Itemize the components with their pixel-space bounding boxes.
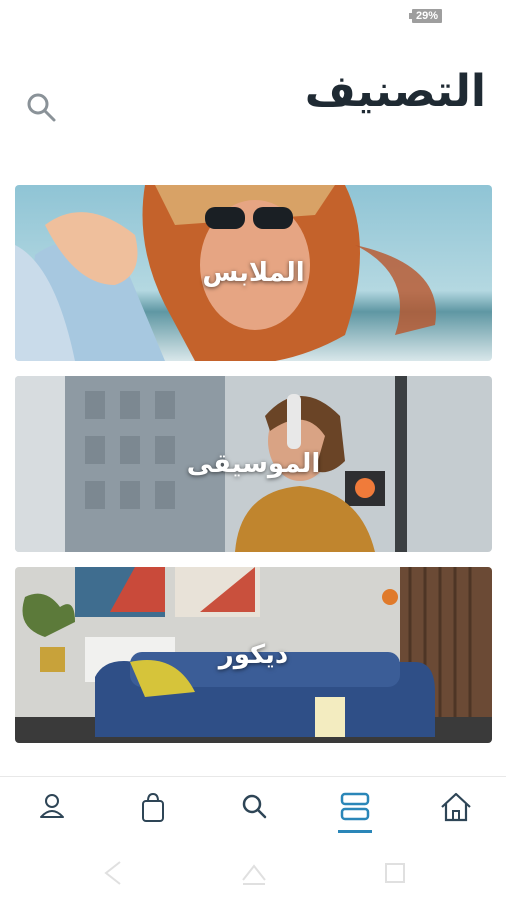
system-navigation-bar	[0, 850, 506, 900]
battery-indicator: 29%	[409, 9, 442, 23]
nav-cart[interactable]	[133, 787, 173, 827]
system-back-button[interactable]	[98, 858, 128, 888]
nav-profile[interactable]	[32, 787, 72, 827]
system-home-button[interactable]	[239, 858, 269, 888]
system-recents-button[interactable]	[380, 858, 410, 888]
category-label: الموسيقى	[186, 449, 321, 479]
nav-categories[interactable]	[335, 787, 375, 827]
category-card-decor[interactable]: ديكور	[15, 567, 492, 743]
back-icon	[104, 861, 121, 885]
profile-icon	[40, 794, 64, 818]
recents-icon	[385, 863, 405, 883]
page-title: التصنيف	[304, 66, 486, 117]
home-icon	[242, 864, 266, 885]
category-card-clothing[interactable]: الملابس	[15, 185, 492, 361]
search-icon	[27, 93, 56, 122]
status-bar: 29%	[0, 0, 506, 34]
category-card-music[interactable]: الموسيقى	[15, 376, 492, 552]
search-button[interactable]	[24, 90, 58, 124]
nav-search[interactable]	[234, 787, 274, 827]
bottom-navigation	[0, 776, 506, 845]
category-label: ديكور	[218, 640, 289, 670]
category-list: الملابس الموسيقى ديكور	[15, 185, 492, 758]
search-icon	[242, 794, 267, 819]
category-label: الملابس	[202, 258, 305, 288]
nav-home[interactable]	[436, 787, 476, 827]
active-tab-indicator	[338, 830, 372, 833]
categories-icon	[340, 792, 370, 821]
home-icon	[441, 792, 471, 822]
shopping-bag-icon	[142, 792, 164, 822]
